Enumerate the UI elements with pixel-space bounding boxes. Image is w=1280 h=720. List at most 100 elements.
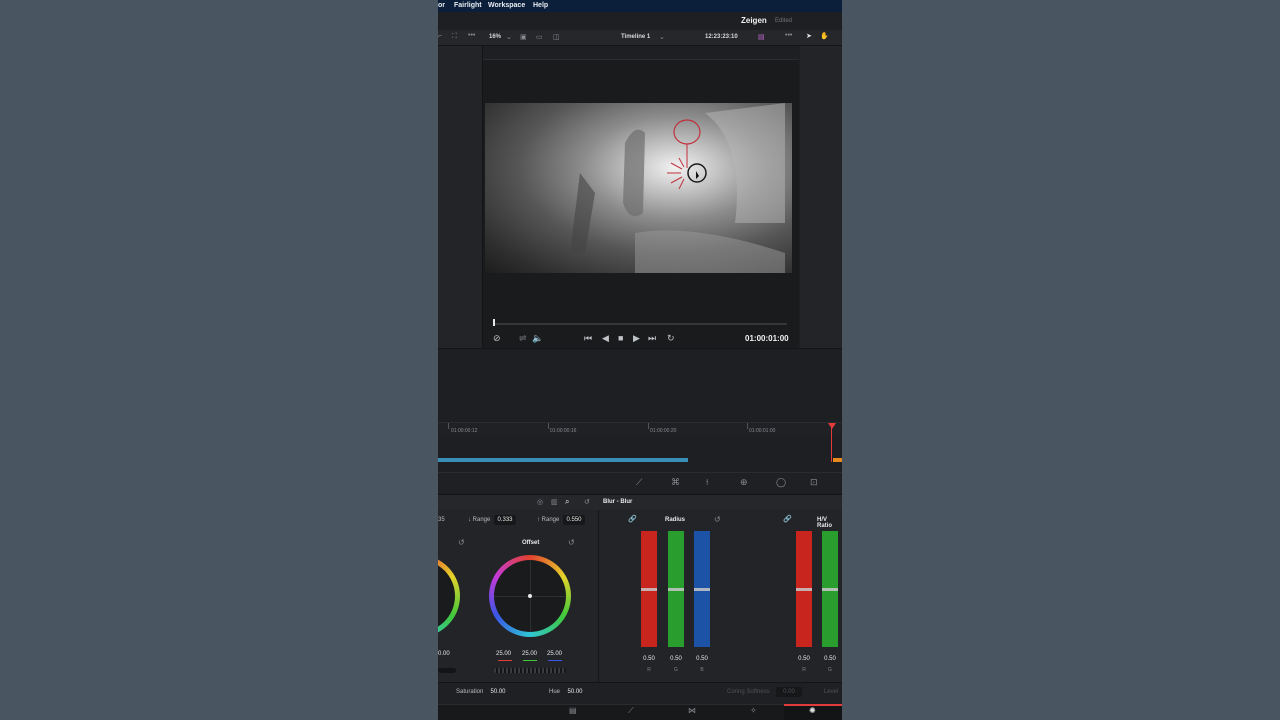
link-icon[interactable]: 🔗	[783, 515, 792, 523]
edit-page-icon[interactable]: ⋈	[688, 706, 696, 715]
hv-value-g[interactable]: 0.50	[820, 656, 840, 662]
pointer-icon[interactable]: ➤	[806, 32, 812, 40]
offset-value-r[interactable]: 25.00	[496, 651, 511, 657]
resolve-window: or Fairlight Workspace Help Zeigen Edite…	[438, 0, 842, 720]
coring-softness-input[interactable]: 0.00	[776, 687, 802, 697]
more-options-icon[interactable]: •••	[785, 32, 792, 39]
saturation-input[interactable]: 50.00	[488, 687, 508, 697]
radius-value-r[interactable]: 0.50	[639, 656, 659, 662]
r-underline	[498, 660, 512, 661]
g-underline	[523, 660, 537, 661]
slider-handle[interactable]	[796, 588, 812, 591]
b-underline	[548, 660, 562, 661]
blur-window-overlay[interactable]	[485, 103, 792, 273]
menu-item-workspace[interactable]: Workspace	[488, 2, 525, 9]
reset-icon[interactable]: ↺	[714, 515, 721, 524]
split-view-icon[interactable]: ◫	[553, 33, 560, 41]
menu-item-fairlight[interactable]: Fairlight	[454, 2, 482, 9]
hue-label: Hue	[549, 689, 561, 695]
high-range-input[interactable]: 0.550	[563, 515, 585, 525]
clip-end-marker	[833, 458, 842, 462]
video-frame[interactable]	[485, 103, 792, 273]
offset-color-wheel[interactable]	[489, 555, 571, 637]
slider-handle[interactable]	[694, 588, 710, 591]
slider-handle[interactable]	[668, 588, 684, 591]
timeline-clip[interactable]	[438, 458, 688, 462]
chevron-down-icon[interactable]: ⌄	[659, 33, 665, 41]
overlay-icon[interactable]: ▤	[758, 33, 765, 41]
skip-start-icon[interactable]: ⏮	[584, 333, 592, 344]
single-viewer-icon[interactable]: ▣	[520, 33, 527, 41]
scrubber-playhead[interactable]	[493, 319, 495, 326]
radius-value-g[interactable]: 0.50	[666, 656, 686, 662]
slider-handle[interactable]	[641, 588, 657, 591]
viewer[interactable]: ⊘ ⇌ 🔈 ⏮ ◀ ■ ▶ ⏭ ↻ 01:00:01:00	[483, 46, 799, 348]
viewer-top-strip	[483, 46, 799, 60]
window-icon[interactable]: ⊕	[740, 477, 748, 488]
hue-input[interactable]: 50.00	[565, 687, 585, 697]
radius-slider-g[interactable]	[668, 531, 684, 647]
cut-page-icon[interactable]: ⟋	[628, 706, 634, 716]
ruler-mark: 01:00:00:16	[550, 428, 577, 434]
radius-value-b[interactable]: 0.50	[692, 656, 712, 662]
menu-item-help[interactable]: Help	[533, 2, 548, 9]
timeline-playhead[interactable]	[831, 424, 832, 462]
hand-icon[interactable]: ✋	[820, 32, 829, 40]
offset-value-b[interactable]: 25.00	[547, 651, 562, 657]
play-icon[interactable]: ▶	[633, 333, 640, 344]
tracker-icon[interactable]: ◯	[776, 477, 786, 488]
media-page-icon[interactable]: ▤	[569, 706, 577, 715]
node-editor-area[interactable]	[438, 348, 842, 423]
menu-item-color[interactable]: or	[438, 2, 445, 9]
zoom-level[interactable]: 16%	[489, 34, 501, 40]
hv-slider-r[interactable]	[796, 531, 812, 647]
radius-slider-r[interactable]	[641, 531, 657, 647]
viewer-mode-icon[interactable]: ▭	[536, 33, 543, 41]
first-value: 35	[438, 517, 445, 523]
hv-slider-g[interactable]	[822, 531, 838, 647]
palette-header: ◎ ▥ ⌕ ↺ Blur - Blur	[438, 494, 842, 511]
channel-label: G	[828, 667, 832, 673]
stop-icon[interactable]: ■	[618, 333, 623, 343]
fusion-page-icon[interactable]: ✧	[750, 706, 757, 715]
reset-icon[interactable]: ↺	[458, 538, 465, 547]
link-icon[interactable]: 🔗	[628, 515, 637, 523]
wheels-mode-icon[interactable]: ◎	[537, 498, 543, 506]
reset-icon[interactable]: ↺	[568, 538, 575, 547]
wheel-puck[interactable]	[528, 594, 532, 598]
timeline-playhead-handle[interactable]	[828, 423, 836, 429]
key-icon[interactable]: ⊡	[810, 477, 818, 488]
gain-wheel-value[interactable]: 0.00	[438, 651, 450, 657]
hv-value-r[interactable]: 0.50	[794, 656, 814, 662]
viewer-toolbar: ⌐ ⛶ ••• 16% ⌄ ▣ ▭ ◫ Timeline 1 ⌄ 12:23:2…	[438, 30, 842, 46]
timeline-ruler[interactable]: 01:00:00:12 01:00:00:16 01:00:00:20 01:0…	[438, 422, 842, 437]
background-left	[0, 0, 438, 720]
viewer-scrubber[interactable]	[495, 323, 787, 325]
eyedropper-icon[interactable]: ⟊	[706, 477, 708, 488]
bars-mode-icon[interactable]: ▥	[551, 498, 558, 506]
offset-jog-wheel[interactable]	[494, 668, 566, 673]
panel-toggle-icon[interactable]: ⌐	[438, 33, 442, 40]
loop-icon[interactable]: ↻	[667, 333, 675, 344]
reset-icon[interactable]: ↺	[584, 498, 590, 506]
chevron-down-icon[interactable]: ⌄	[506, 33, 512, 41]
radius-slider-b[interactable]	[694, 531, 710, 647]
sync-icon[interactable]: ⇌	[519, 333, 527, 344]
low-range-label: ↓ Range	[468, 517, 491, 523]
play-reverse-icon[interactable]: ◀	[602, 333, 609, 344]
search-icon[interactable]: ⌕	[565, 497, 569, 507]
low-range-input[interactable]: 0.333	[494, 515, 516, 525]
offset-value-g[interactable]: 25.00	[522, 651, 537, 657]
curves-icon[interactable]: ⟋	[636, 477, 642, 488]
ruler-mark: 01:00:00:12	[451, 428, 478, 434]
skip-end-icon[interactable]: ⏭	[648, 333, 656, 344]
color-page-icon[interactable]: ✺	[809, 706, 816, 715]
more-options-icon[interactable]: •••	[468, 32, 475, 39]
fullscreen-icon[interactable]: ⛶	[452, 33, 457, 41]
qualifier-icon[interactable]: ⌘	[671, 477, 680, 488]
slider-handle[interactable]	[822, 588, 838, 591]
volume-icon[interactable]: 🔈	[532, 333, 543, 344]
audio-icon[interactable]: ⊘	[493, 333, 501, 344]
gain-jog-wheel[interactable]	[438, 668, 456, 673]
timeline-selector[interactable]: Timeline 1	[621, 34, 650, 40]
